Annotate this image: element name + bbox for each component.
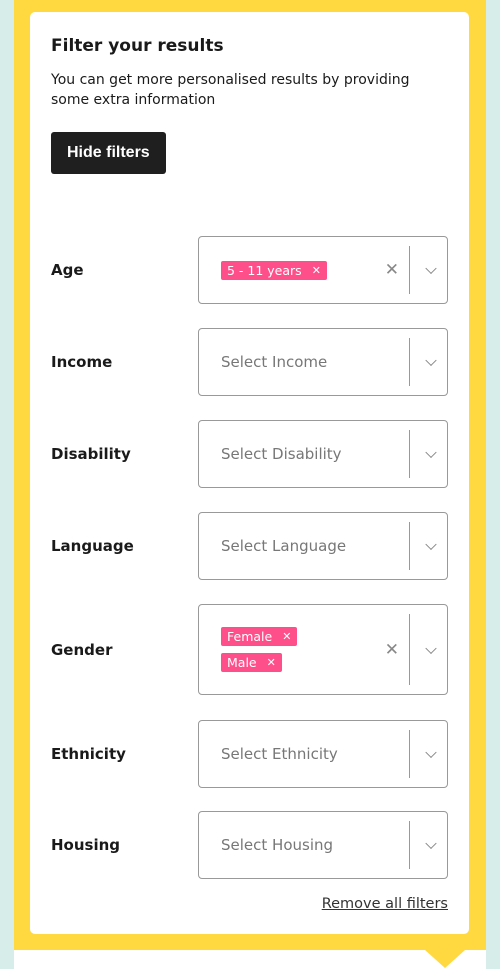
filter-label: Ethnicity: [51, 745, 126, 763]
divider: [409, 730, 410, 778]
divider: [409, 430, 410, 478]
results-section: [14, 950, 486, 969]
clear-icon[interactable]: ✕: [385, 640, 399, 660]
chevron-down-icon[interactable]: [425, 642, 437, 654]
intro-text: You can get more personalised results by…: [51, 72, 410, 108]
income-select[interactable]: Select Income: [198, 328, 448, 396]
chevron-down-icon[interactable]: [425, 746, 437, 759]
page-title: Filter your results: [51, 36, 224, 56]
age-select[interactable]: 5 - 11 years ✕ ✕: [198, 236, 448, 304]
select-placeholder: Select Ethnicity: [221, 745, 338, 763]
filter-label: Disability: [51, 445, 131, 463]
filter-row-age: Age 5 - 11 years ✕ ✕: [51, 236, 448, 304]
tag-label: Female: [227, 629, 273, 644]
remove-tag-icon[interactable]: ✕: [312, 264, 321, 277]
filter-row-disability: Disability Select Disability: [51, 420, 448, 488]
filter-panel: Filter your results You can get more per…: [14, 0, 486, 950]
remove-all-filters-link[interactable]: Remove all filters: [322, 896, 448, 912]
chevron-down-icon[interactable]: [425, 262, 437, 275]
selected-tag: Female ✕: [221, 627, 298, 646]
hide-filters-button[interactable]: Hide filters: [51, 132, 166, 174]
divider: [409, 614, 410, 685]
disability-select[interactable]: Select Disability: [198, 420, 448, 488]
divider: [409, 821, 410, 869]
gender-select[interactable]: Female ✕ Male ✕ ✕: [198, 604, 448, 695]
filter-label: Housing: [51, 836, 121, 854]
select-placeholder: Select Housing: [221, 836, 334, 854]
language-select[interactable]: Select Language: [198, 512, 448, 580]
chevron-down-icon[interactable]: [425, 837, 437, 850]
filter-row-ethnicity: Ethnicity Select Ethnicity: [51, 720, 448, 788]
divider: [409, 338, 410, 386]
chevron-down-icon[interactable]: [425, 538, 437, 551]
ethnicity-select[interactable]: Select Ethnicity: [198, 720, 448, 788]
panel-pointer: [425, 950, 465, 968]
housing-select[interactable]: Select Housing: [198, 811, 448, 879]
select-placeholder: Select Disability: [221, 445, 342, 463]
filter-row-language: Language Select Language: [51, 512, 448, 580]
filter-label: Age: [51, 261, 84, 279]
clear-icon[interactable]: ✕: [385, 260, 399, 280]
chevron-down-icon[interactable]: [425, 446, 437, 459]
remove-tag-icon[interactable]: ✕: [282, 630, 291, 643]
chevron-down-icon[interactable]: [425, 354, 437, 367]
filter-row-housing: Housing Select Housing: [51, 811, 448, 879]
filter-label: Language: [51, 537, 134, 555]
divider: [409, 246, 410, 294]
select-placeholder: Select Language: [221, 537, 347, 555]
filter-card: Filter your results You can get more per…: [30, 12, 469, 934]
select-placeholder: Select Income: [221, 353, 328, 371]
selected-tag: Male ✕: [221, 653, 282, 672]
tag-label: Male: [227, 655, 257, 670]
filter-row-gender: Gender Female ✕ Male ✕ ✕: [51, 604, 448, 695]
remove-tag-icon[interactable]: ✕: [267, 656, 276, 669]
filter-label: Gender: [51, 640, 113, 659]
selected-tag: 5 - 11 years ✕: [221, 260, 327, 280]
tag-label: 5 - 11 years: [227, 262, 302, 278]
filter-label: Income: [51, 353, 113, 371]
filter-row-income: Income Select Income: [51, 328, 448, 396]
divider: [409, 522, 410, 570]
